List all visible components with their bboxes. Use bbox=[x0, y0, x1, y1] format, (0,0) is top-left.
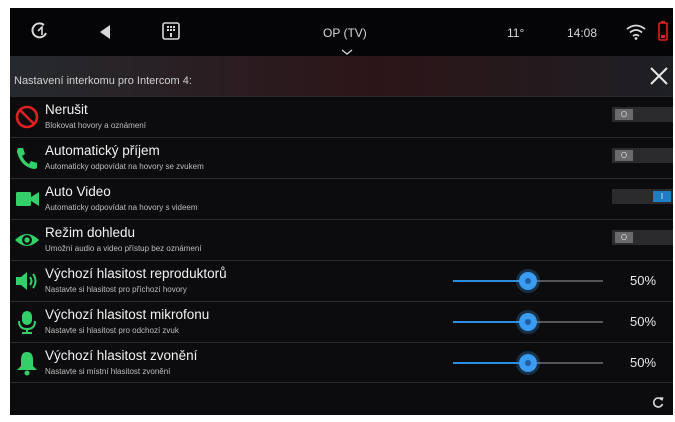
microphone-volume-value: 50% bbox=[630, 314, 657, 329]
toggle-knob: O bbox=[615, 109, 633, 120]
setting-row-auto-video[interactable]: Auto Video Automaticky odpovídat na hovo… bbox=[10, 178, 673, 219]
clock: 14:08 bbox=[567, 26, 598, 40]
phone-icon bbox=[13, 144, 41, 172]
footer-bar bbox=[10, 382, 673, 415]
monitoring-mode-toggle[interactable]: O bbox=[612, 230, 673, 245]
bell-icon bbox=[13, 349, 41, 377]
app-logo-icon[interactable] bbox=[30, 21, 50, 41]
setting-row-monitoring-mode[interactable]: Režim dohledu Umožní audio a video příst… bbox=[10, 219, 673, 260]
toggle-knob: O bbox=[615, 150, 633, 161]
temperature: 11° bbox=[507, 26, 525, 40]
setting-label: Automatický příjem bbox=[45, 143, 160, 158]
setting-description: Automaticky odpovídat na hovory s videem bbox=[45, 203, 198, 212]
setting-row-do-not-disturb[interactable]: Nerušit Blokovat hovory a oznámení O bbox=[10, 96, 673, 137]
intercom-settings-screen: OP (TV) 11° 14:08 Nastavení interkomu pr… bbox=[10, 8, 673, 415]
setting-label: Výchozí hlasitost reproduktorů bbox=[45, 266, 227, 281]
setting-description: Umožní audio a video přístup bez oznámen… bbox=[45, 244, 202, 253]
status-bar: OP (TV) 11° 14:08 bbox=[10, 8, 673, 56]
slider-thumb[interactable] bbox=[519, 354, 537, 372]
speaker-volume-value: 50% bbox=[630, 273, 657, 288]
wifi-icon[interactable] bbox=[626, 24, 646, 40]
eye-icon bbox=[13, 226, 41, 254]
refresh-icon[interactable] bbox=[652, 395, 664, 408]
back-icon[interactable] bbox=[98, 24, 112, 40]
toggle-knob: I bbox=[653, 191, 671, 202]
slider-thumb[interactable] bbox=[519, 313, 537, 331]
setting-row-speaker-volume[interactable]: Výchozí hlasitost reproduktorů Nastavte … bbox=[10, 260, 673, 301]
source-selector[interactable]: OP (TV) bbox=[323, 26, 367, 40]
setting-label: Nerušit bbox=[45, 102, 88, 117]
setting-row-microphone-volume[interactable]: Výchozí hlasitost mikrofonu Nastavte si … bbox=[10, 301, 673, 342]
battery-low-icon bbox=[658, 21, 668, 41]
speaker-icon bbox=[13, 267, 41, 295]
auto-answer-toggle[interactable]: O bbox=[612, 148, 673, 163]
slider-fill bbox=[453, 321, 528, 323]
video-camera-icon bbox=[13, 185, 41, 213]
microphone-volume-slider[interactable] bbox=[453, 313, 603, 331]
slider-thumb[interactable] bbox=[519, 272, 537, 290]
do-not-disturb-icon bbox=[13, 103, 41, 131]
toggle-knob: O bbox=[615, 232, 633, 243]
setting-description: Nastavte si místní hlasitost zvonění bbox=[45, 367, 171, 376]
setting-label: Výchozí hlasitost mikrofonu bbox=[45, 307, 210, 322]
settings-header: Nastavení interkomu pro Intercom 4: bbox=[10, 56, 673, 96]
ringer-volume-value: 50% bbox=[630, 355, 657, 370]
apps-grid-icon[interactable] bbox=[162, 22, 180, 40]
slider-fill bbox=[453, 362, 528, 364]
slider-fill bbox=[453, 280, 528, 282]
speaker-volume-slider[interactable] bbox=[453, 272, 603, 290]
microphone-icon bbox=[13, 308, 41, 336]
close-icon[interactable] bbox=[647, 64, 671, 88]
setting-label: Výchozí hlasitost zvonění bbox=[45, 348, 198, 363]
setting-description: Automaticky odpovídat na hovory se zvuke… bbox=[45, 162, 204, 171]
setting-label: Auto Video bbox=[45, 184, 111, 199]
do-not-disturb-toggle[interactable]: O bbox=[612, 107, 673, 122]
page-title: Nastavení interkomu pro Intercom 4: bbox=[14, 75, 192, 87]
setting-row-ringer-volume[interactable]: Výchozí hlasitost zvonění Nastavte si mí… bbox=[10, 342, 673, 383]
ringer-volume-slider[interactable] bbox=[453, 354, 603, 372]
auto-video-toggle[interactable]: I bbox=[612, 189, 673, 204]
setting-label: Režim dohledu bbox=[45, 225, 136, 240]
chevron-down-icon[interactable] bbox=[341, 42, 353, 55]
setting-description: Blokovat hovory a oznámení bbox=[45, 121, 146, 130]
setting-description: Nastavte si hlasitost pro odchozí zvuk bbox=[45, 326, 179, 335]
setting-description: Nastavte si hlasitost pro příchozí hovor… bbox=[45, 285, 187, 294]
setting-row-auto-answer[interactable]: Automatický příjem Automaticky odpovídat… bbox=[10, 137, 673, 178]
